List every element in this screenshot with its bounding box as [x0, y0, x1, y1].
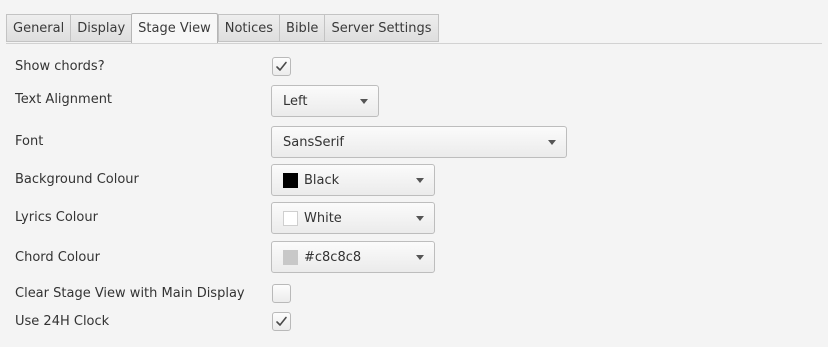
- chord-colour-swatch: [283, 249, 298, 265]
- lyrics-colour-picker[interactable]: White: [271, 202, 435, 234]
- use-24h-clock-label: Use 24H Clock: [15, 314, 110, 329]
- background-colour-label: Background Colour: [15, 172, 139, 187]
- tab-bible[interactable]: Bible: [279, 14, 325, 42]
- text-alignment-dropdown[interactable]: Left: [271, 85, 379, 117]
- background-colour-swatch: [283, 172, 298, 188]
- check-icon: [276, 316, 287, 326]
- tab-server-settings[interactable]: Server Settings: [324, 14, 439, 42]
- check-icon: [276, 61, 287, 71]
- chord-colour-label: Chord Colour: [15, 250, 100, 265]
- background-colour-picker[interactable]: Black: [271, 164, 435, 196]
- chevron-down-icon: [360, 99, 368, 104]
- lyrics-colour-label: Lyrics Colour: [15, 210, 98, 225]
- font-dropdown[interactable]: SansSerif: [271, 126, 567, 158]
- clear-stage-view-checkbox[interactable]: [272, 284, 291, 303]
- chord-colour-value: #c8c8c8: [304, 249, 362, 265]
- use-24h-clock-checkbox[interactable]: [272, 312, 291, 331]
- chevron-down-icon: [548, 140, 556, 145]
- font-label: Font: [15, 134, 44, 149]
- background-colour-value: Black: [304, 172, 340, 188]
- text-alignment-value: Left: [283, 93, 308, 109]
- text-alignment-label: Text Alignment: [15, 92, 113, 107]
- chevron-down-icon: [416, 255, 424, 260]
- tab-display[interactable]: Display: [70, 14, 132, 42]
- clear-stage-view-label: Clear Stage View with Main Display: [15, 286, 245, 301]
- tab-general[interactable]: General: [6, 14, 71, 42]
- tab-divider: [6, 43, 822, 44]
- lyrics-colour-value: White: [304, 210, 342, 226]
- settings-tab-bar: General Display Stage View Notices Bible…: [6, 13, 439, 43]
- tab-notices[interactable]: Notices: [217, 14, 280, 42]
- show-chords-checkbox[interactable]: [272, 57, 291, 76]
- font-value: SansSerif: [283, 134, 345, 150]
- chevron-down-icon: [416, 216, 424, 221]
- chevron-down-icon: [416, 178, 424, 183]
- tab-stage-view[interactable]: Stage View: [131, 13, 218, 43]
- chord-colour-picker[interactable]: #c8c8c8: [271, 241, 435, 273]
- lyrics-colour-swatch: [283, 210, 298, 226]
- show-chords-label: Show chords?: [15, 59, 105, 74]
